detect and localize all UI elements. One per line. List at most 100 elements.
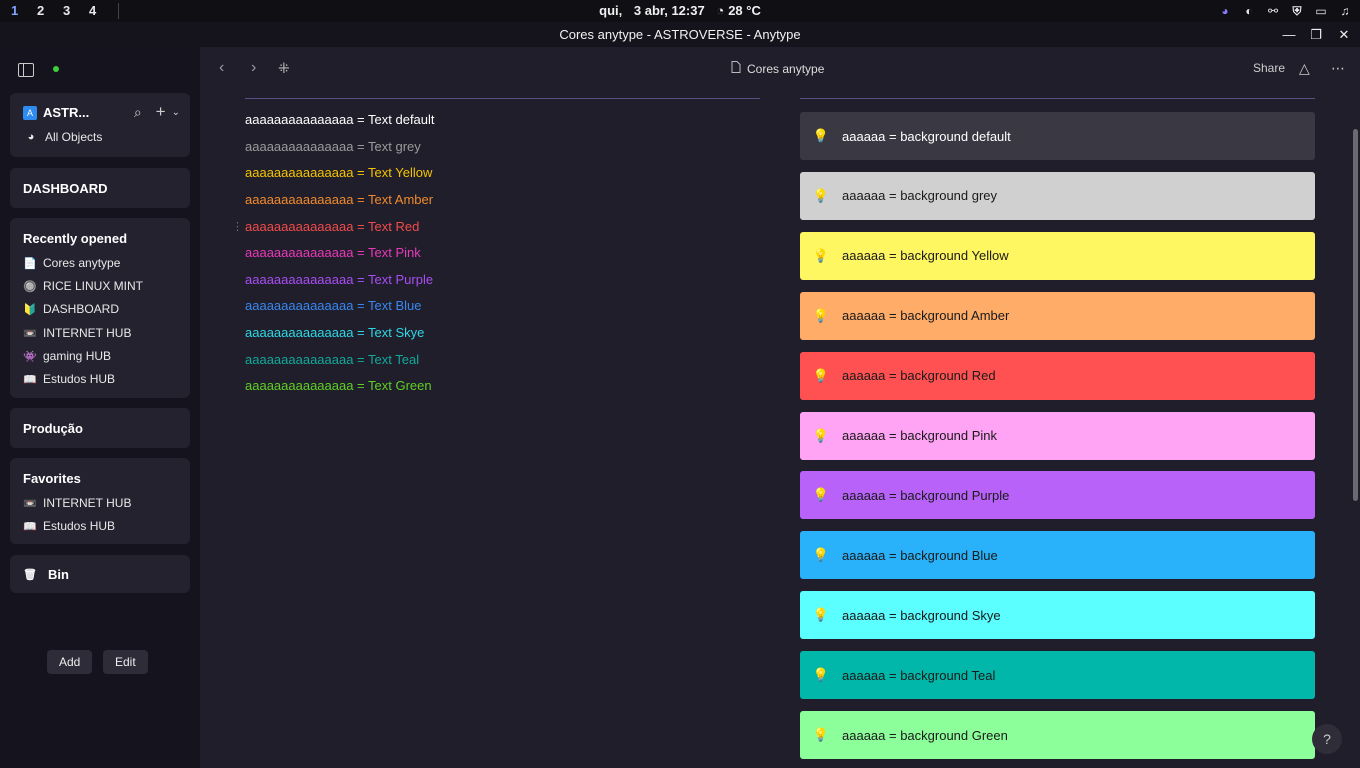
app-tray-icon[interactable]: ◐ [1240,2,1258,20]
text-color-row[interactable]: aaaaaaaaaaaaaaa = Text Skye [245,325,424,340]
favorites-card: Favorites 📼 INTERNET HUB 📖 Estudos HUB [10,458,190,544]
add-widget-button[interactable]: Add [47,650,93,674]
recently-opened-title: Recently opened [23,231,128,246]
search-icon[interactable]: ⌕ [134,104,142,121]
chevron-down-icon[interactable]: ⌄ [172,107,180,118]
text-color-row[interactable]: aaaaaaaaaaaaaaa = Text Green [245,378,432,393]
recent-item-label: INTERNET HUB [43,326,132,340]
bin-card[interactable]: 🗑 Bin [10,555,190,593]
lightbulb-icon[interactable]: 💡 [800,727,842,743]
document-title: Cores anytype [747,61,825,76]
text-color-row[interactable]: aaaaaaaaaaaaaaa = Text Red [245,219,419,234]
document-breadcrumb[interactable]: Cores anytype [731,61,824,76]
clock[interactable]: qui, 3 abr, 12:37 ◔ 28 °C [0,3,1360,18]
network-icon[interactable]: ⚯ [1264,2,1282,20]
lightbulb-icon[interactable]: 💡 [800,667,842,683]
notification-icon[interactable]: ◕ [1216,2,1234,20]
videocassette-icon: 📼 [23,497,37,510]
recent-item[interactable]: 📖 Estudos HUB [23,372,115,386]
scrollbar[interactable] [1353,129,1358,501]
recent-item[interactable]: 🔘 RICE LINUX MINT [23,279,143,293]
lightbulb-icon[interactable]: 💡 [800,428,842,444]
lightbulb-icon[interactable]: 💡 [800,128,842,144]
lightbulb-icon[interactable]: 💡 [800,248,842,264]
text-color-row[interactable]: aaaaaaaaaaaaaaa = Text Blue [245,298,422,313]
callout-text[interactable]: aaaaaa = background Pink [842,428,997,443]
objects-icon: ◕ [27,131,35,143]
all-objects-label: All Objects [45,130,103,144]
callout-block[interactable]: 💡 aaaaaa = background Amber [800,291,1315,340]
maximize-button[interactable]: ❐ [1306,25,1326,45]
callout-text[interactable]: aaaaaa = background Teal [842,668,995,683]
lightbulb-icon[interactable]: 💡 [800,607,842,623]
recent-item[interactable]: 🔰 DASHBOARD [23,302,119,316]
callout-block[interactable]: 💡 aaaaaa = background Skye [800,591,1315,640]
callout-text[interactable]: aaaaaa = background Blue [842,548,998,563]
callout-block[interactable]: 💡 aaaaaa = background default [800,112,1315,160]
recent-item-label: DASHBOARD [43,302,120,316]
callout-block[interactable]: 💡 aaaaaa = background grey [800,171,1315,220]
callout-text[interactable]: aaaaaa = background default [842,129,1011,144]
security-shield-icon[interactable]: ⛨ [1288,2,1306,20]
weather-icon: ◔ [716,3,725,18]
lightbulb-icon[interactable]: 💡 [800,308,842,324]
callout-block[interactable]: 💡 aaaaaa = background Yellow [800,231,1315,280]
sidebar-toggle-icon[interactable] [18,63,34,82]
lightbulb-icon[interactable]: 💡 [800,368,842,384]
callout-text[interactable]: aaaaaa = background Yellow [842,248,1009,263]
callout-text[interactable]: aaaaaa = background grey [842,188,997,203]
callout-text[interactable]: aaaaaa = background Amber [842,308,1009,323]
callout-block[interactable]: 💡 aaaaaa = background Green [800,711,1315,759]
callout-text[interactable]: aaaaaa = background Skye [842,608,1001,623]
editor-area: ‹ › ⁜ Cores anytype Share △ ⋯ ⋮ aaaaaaaa… [200,47,1360,768]
lightbulb-icon[interactable]: 💡 [800,547,842,563]
lightbulb-icon[interactable]: 💡 [800,487,842,503]
dashboard-card[interactable]: DASHBOARD [10,168,190,208]
drag-handle-icon[interactable]: ⋮ [232,220,243,233]
callout-block[interactable]: 💡 aaaaaa = background Red [800,351,1315,400]
callout-text[interactable]: aaaaaa = background Green [842,728,1008,743]
text-color-row[interactable]: aaaaaaaaaaaaaaa = Text Purple [245,272,433,287]
document-icon: 📄 [23,257,37,270]
callout-block[interactable]: 💡 aaaaaa = background Purple [800,471,1315,520]
favorite-item[interactable]: 📼 INTERNET HUB [23,496,131,510]
callout-text[interactable]: aaaaaa = background Purple [842,488,1009,503]
text-color-row[interactable]: aaaaaaaaaaaaaaa = Text grey [245,139,421,154]
all-objects-link[interactable]: ◕ All Objects [24,130,103,144]
share-button[interactable]: Share [1253,61,1285,75]
text-color-row[interactable]: aaaaaaaaaaaaaaa = Text Amber [245,192,433,207]
forward-arrow-icon[interactable]: › [251,59,256,77]
music-icon[interactable]: ♫ [1336,2,1354,20]
space-switcher[interactable]: A ASTR... [23,105,89,120]
favorites-title: Favorites [23,471,81,486]
back-arrow-icon[interactable]: ‹ [219,59,224,77]
recent-item[interactable]: 👾 gaming HUB [23,349,111,363]
lightbulb-icon[interactable]: 💡 [800,188,842,204]
recent-item[interactable]: 📄 Cores anytype [23,256,120,270]
text-color-row[interactable]: aaaaaaaaaaaaaaa = Text default [245,112,435,127]
favorite-item[interactable]: 📖 Estudos HUB [23,519,115,533]
plus-icon[interactable]: + [156,102,166,122]
recent-item[interactable]: 📼 INTERNET HUB [23,326,131,340]
callout-block[interactable]: 💡 aaaaaa = background Blue [800,531,1315,580]
close-button[interactable]: ✕ [1334,25,1354,45]
document-icon [731,61,741,76]
text-color-row[interactable]: aaaaaaaaaaaaaaa = Text Teal [245,352,419,367]
minimize-button[interactable]: — [1279,25,1299,45]
favorite-item-label: Estudos HUB [43,519,116,533]
recent-item-label: Estudos HUB [43,372,116,386]
graph-icon[interactable]: ⁜ [278,60,290,77]
callout-text[interactable]: aaaaaa = background Red [842,368,996,383]
text-color-row[interactable]: aaaaaaaaaaaaaaa = Text Pink [245,245,421,260]
space-name: ASTR... [43,105,90,120]
recent-item-label: Cores anytype [43,256,121,270]
callout-block[interactable]: 💡 aaaaaa = background Teal [800,651,1315,700]
help-button[interactable]: ? [1312,724,1342,754]
edit-widgets-button[interactable]: Edit [103,650,148,674]
text-color-row[interactable]: aaaaaaaaaaaaaaa = Text Yellow [245,165,432,180]
more-options-icon[interactable]: ⋯ [1331,60,1345,77]
callout-block[interactable]: 💡 aaaaaa = background Pink [800,411,1315,460]
relations-icon[interactable]: △ [1299,60,1310,77]
producao-card[interactable]: Produção [10,408,190,448]
chat-icon[interactable]: ▭ [1312,2,1330,20]
